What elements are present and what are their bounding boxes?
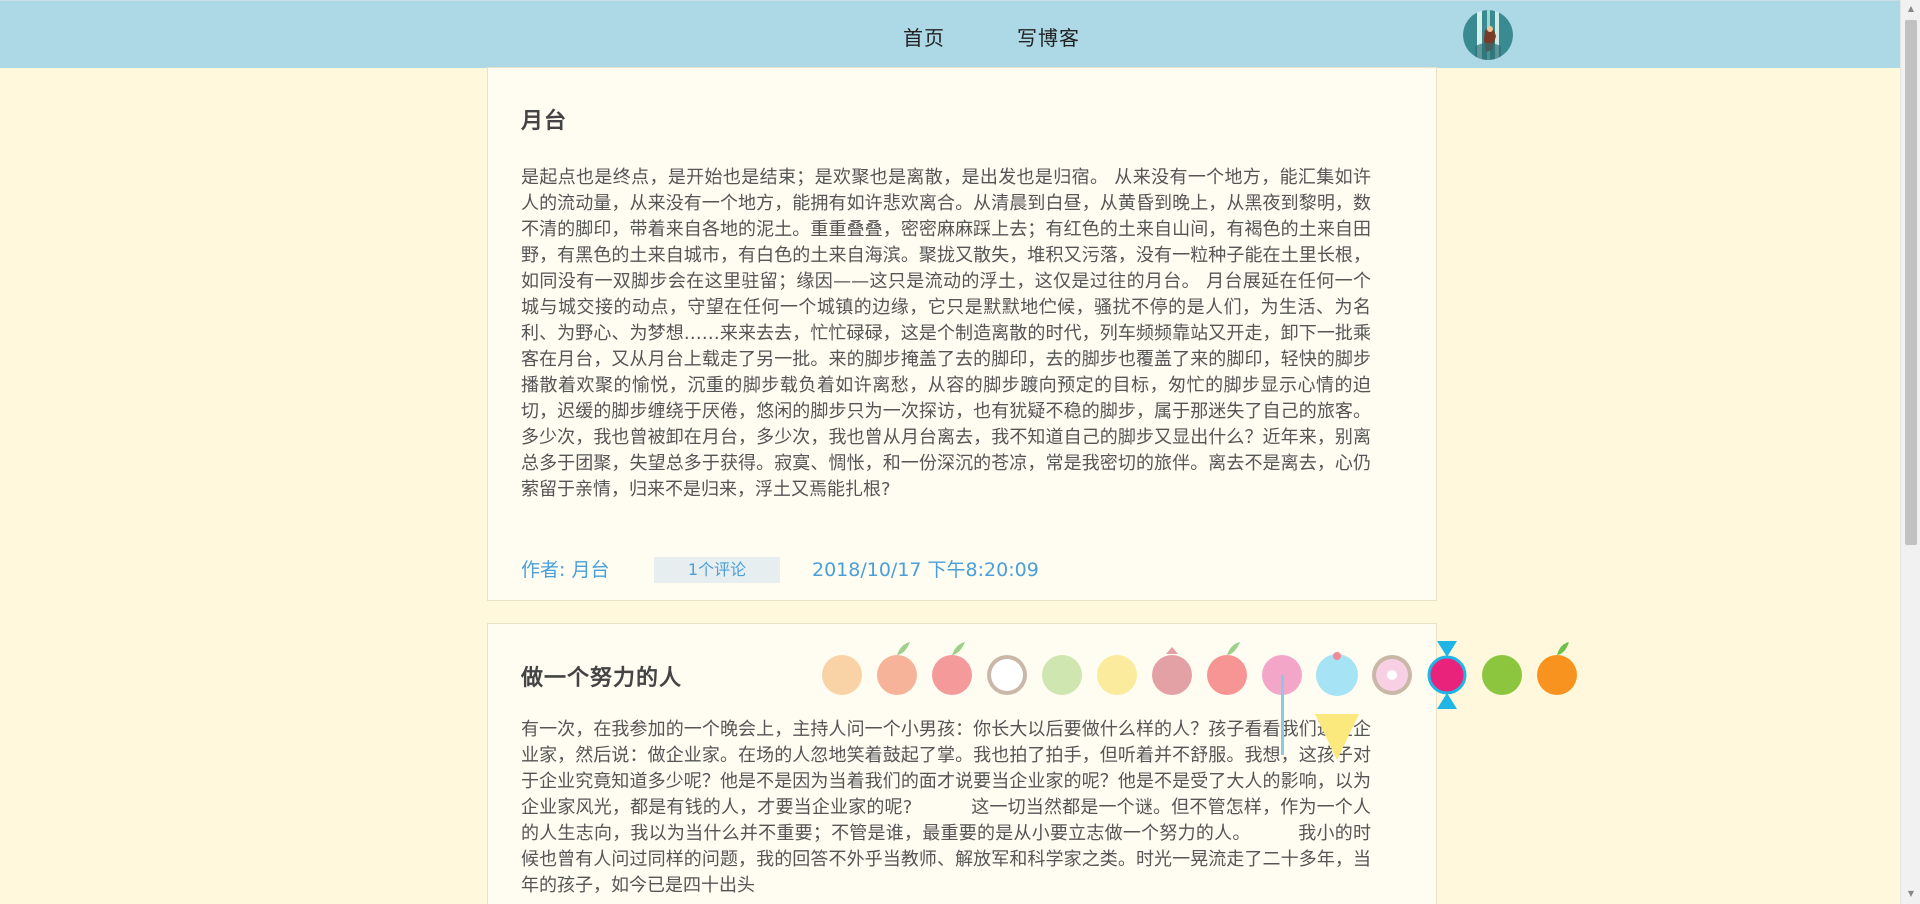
post-author-link[interactable]: 作者: 月台 <box>521 555 609 582</box>
scroll-up-icon[interactable]: ▲ <box>1905 3 1917 15</box>
post-card: 做一个努力的人 有一次，在我参加的一个晚会上，主持人问一个小男孩：你长大以后要做… <box>487 623 1437 904</box>
post-comments-button[interactable]: 1个评论 <box>654 557 780 583</box>
post-date: 2018/10/17 下午8:20:09 <box>812 559 1039 581</box>
scrollbar-thumb[interactable] <box>1905 20 1917 545</box>
nav-write-blog-link[interactable]: 写博客 <box>1017 22 1080 51</box>
orange-icon <box>1537 642 1577 695</box>
post-content: 有一次，在我参加的一个晚会上，主持人问一个小男孩：你长大以后要做什么样的人？孩子… <box>521 719 1371 896</box>
nav-home-link[interactable]: 首页 <box>903 22 945 51</box>
post-title[interactable]: 做一个努力的人 <box>521 660 682 692</box>
top-navbar: 首页 写博客 <box>0 0 1900 68</box>
post-title[interactable]: 月台 <box>521 103 567 135</box>
user-avatar[interactable] <box>1463 10 1513 60</box>
vertical-scrollbar[interactable]: ▲ ▼ <box>1900 0 1920 904</box>
avatar-image <box>1463 10 1513 60</box>
post-content: 是起点也是终点，是开始也是结束；是欢聚也是离散，是出发也是归宿。 从来没有一个地… <box>521 167 1377 500</box>
lime-icon <box>1482 655 1522 695</box>
post-meta: 作者: 月台 1个评论 2018/10/17 下午8:20:09 <box>521 553 1401 583</box>
post-card: 月台 是起点也是终点，是开始也是结束；是欢聚也是离散，是出发也是归宿。 从来没有… <box>487 67 1437 601</box>
scroll-down-icon[interactable]: ▼ <box>1905 888 1917 900</box>
